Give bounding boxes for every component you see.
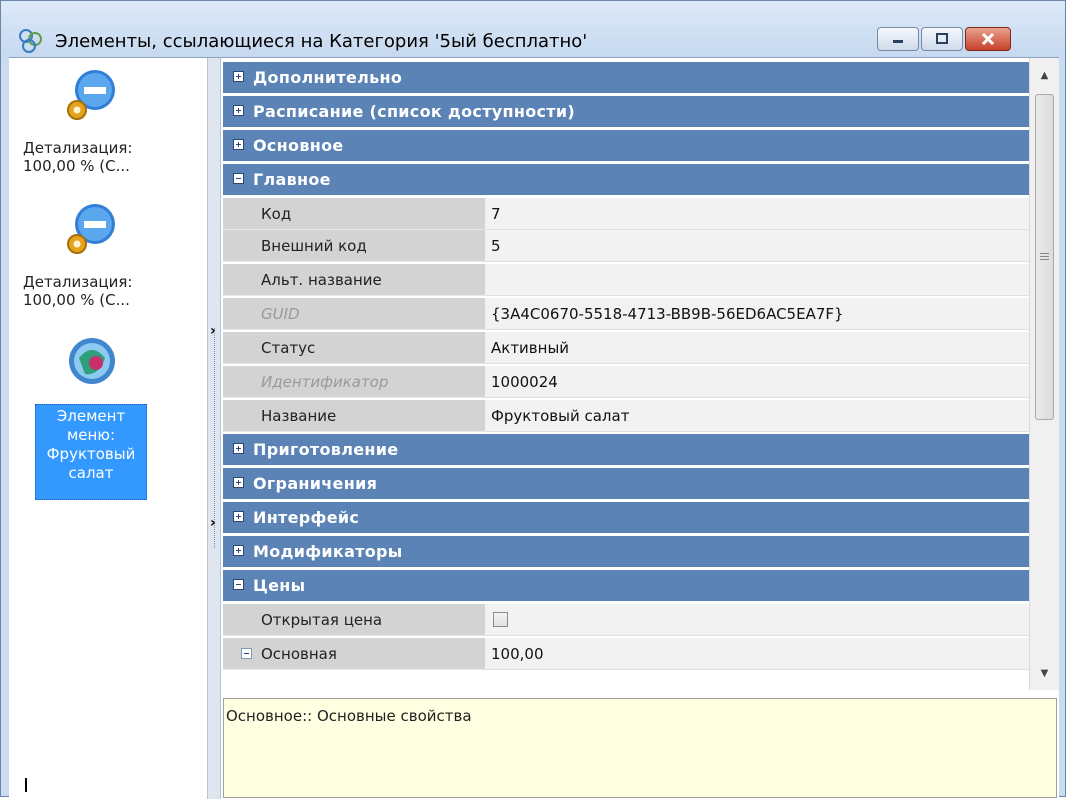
property-name: Название [223, 400, 485, 432]
vertical-scrollbar[interactable]: ▲ ▼ [1029, 58, 1059, 690]
property-row[interactable]: Альт. название [223, 264, 1029, 296]
category-row[interactable]: Интерфейс [223, 502, 1029, 534]
window: Элементы, ссылающиеся на Категория '5ый … [0, 0, 1066, 799]
category-row[interactable]: Расписание (список доступности) [223, 96, 1029, 128]
property-row[interactable]: Основная 100,00 [223, 638, 1029, 670]
category-label: Основное [253, 136, 344, 155]
category-row[interactable]: Цены [223, 570, 1029, 602]
scroll-up-icon[interactable]: ▲ [1030, 60, 1059, 90]
grip-line [1040, 256, 1049, 257]
property-value[interactable]: 5 [485, 230, 1029, 262]
property-row[interactable]: Название Фруктовый салат [223, 400, 1029, 432]
menu-item-icon [69, 338, 115, 384]
selected-item-label[interactable]: Элемент меню: Фруктовый салат [35, 404, 147, 500]
list-item-label: меню: [66, 426, 116, 444]
category-label: Интерфейс [253, 508, 360, 527]
category-label: Модификаторы [253, 542, 403, 561]
property-row[interactable]: GUID {3A4C0670-5518-4713-BB9B-56ED6AC5EA… [223, 298, 1029, 330]
property-value[interactable]: Активный [485, 332, 1029, 364]
expand-icon[interactable] [233, 139, 244, 150]
property-name: Открытая цена [223, 604, 485, 636]
property-value[interactable]: 1000024 [485, 366, 1029, 398]
category-label: Дополнительно [253, 68, 403, 87]
property-name: Идентификатор [223, 366, 485, 398]
category-row[interactable]: Дополнительно [223, 62, 1029, 94]
property-name: Статус [223, 332, 485, 364]
category-row[interactable]: Приготовление [223, 434, 1029, 466]
property-row[interactable]: Код 7 [223, 198, 1029, 230]
help-panel: Основное:: Основные свойства [223, 698, 1057, 798]
property-row[interactable]: Открытая цена [223, 604, 1029, 636]
list-item-label: Фруктовый [46, 445, 136, 463]
collapse-icon[interactable] [233, 173, 244, 184]
property-row[interactable]: Внешний код 5 [223, 230, 1029, 262]
property-row[interactable]: Статус Активный [223, 332, 1029, 364]
category-row[interactable]: Главное [223, 164, 1029, 196]
property-name: Основная [223, 638, 485, 670]
expand-icon[interactable] [233, 477, 244, 488]
list-item-label: 100,00 % (С... [23, 157, 130, 175]
category-row[interactable]: Основное [223, 130, 1029, 162]
expand-icon[interactable] [233, 443, 244, 454]
minimize-button[interactable] [877, 27, 919, 51]
property-value[interactable] [485, 264, 1029, 296]
help-text: Основное:: Основные свойства [226, 707, 472, 725]
client-area: Детализация: 100,00 % (С... Детализация:… [9, 57, 1059, 799]
list-item-label: 100,00 % (С... [23, 291, 130, 309]
category-label: Главное [253, 170, 331, 189]
collapse-icon[interactable] [233, 579, 244, 590]
property-name: Альт. название [223, 264, 485, 296]
maximize-icon [922, 28, 962, 50]
property-value[interactable]: 7 [485, 198, 1029, 230]
scroll-down-icon[interactable]: ▼ [1030, 658, 1059, 688]
category-row[interactable]: Ограничения [223, 468, 1029, 500]
list-item-label: Детализация: [23, 139, 133, 157]
expand-icon[interactable] [233, 545, 244, 556]
minimize-icon [878, 28, 918, 50]
category-label: Цены [253, 576, 306, 595]
close-icon [966, 28, 1010, 50]
referencing-items-list[interactable]: Детализация: 100,00 % (С... Детализация:… [9, 58, 207, 799]
collapse-icon[interactable] [241, 648, 252, 659]
property-name: Код [223, 198, 485, 230]
detail-gear-icon [67, 204, 115, 254]
list-item-label: Детализация: [23, 273, 133, 291]
splitter[interactable]: › › [207, 58, 221, 799]
open-price-checkbox[interactable] [493, 612, 508, 627]
property-value[interactable] [485, 604, 1029, 636]
property-value[interactable]: 100,00 [485, 638, 1029, 670]
property-name: GUID [223, 298, 485, 330]
category-row[interactable]: Модификаторы [223, 536, 1029, 568]
grip-line [1040, 259, 1049, 260]
chevron-right-icon[interactable]: › [210, 516, 216, 530]
title-bar[interactable]: Элементы, ссылающиеся на Категория '5ый … [1, 1, 1065, 57]
detail-gear-icon [67, 70, 115, 120]
expand-icon[interactable] [233, 71, 244, 82]
linked-items-icon [19, 29, 42, 53]
window-title: Элементы, ссылающиеся на Категория '5ый … [55, 31, 588, 52]
grip-line [1040, 253, 1049, 254]
close-button[interactable] [965, 27, 1011, 51]
expand-icon[interactable] [233, 105, 244, 116]
property-value[interactable]: {3A4C0670-5518-4713-BB9B-56ED6AC5EA7F} [485, 298, 1029, 330]
expand-icon[interactable] [233, 511, 244, 522]
list-item-label: салат [68, 464, 114, 482]
property-grid[interactable]: Дополнительно Расписание (список доступн… [223, 58, 1029, 690]
scroll-thumb[interactable] [1035, 94, 1054, 420]
text-cursor [25, 778, 27, 792]
category-label: Ограничения [253, 474, 378, 493]
property-name: Внешний код [223, 230, 485, 262]
property-row[interactable]: Идентификатор 1000024 [223, 366, 1029, 398]
property-value[interactable]: Фруктовый салат [485, 400, 1029, 432]
category-label: Приготовление [253, 440, 399, 459]
maximize-button[interactable] [921, 27, 963, 51]
category-label: Расписание (список доступности) [253, 102, 575, 121]
list-item-label: Элемент [56, 407, 126, 425]
